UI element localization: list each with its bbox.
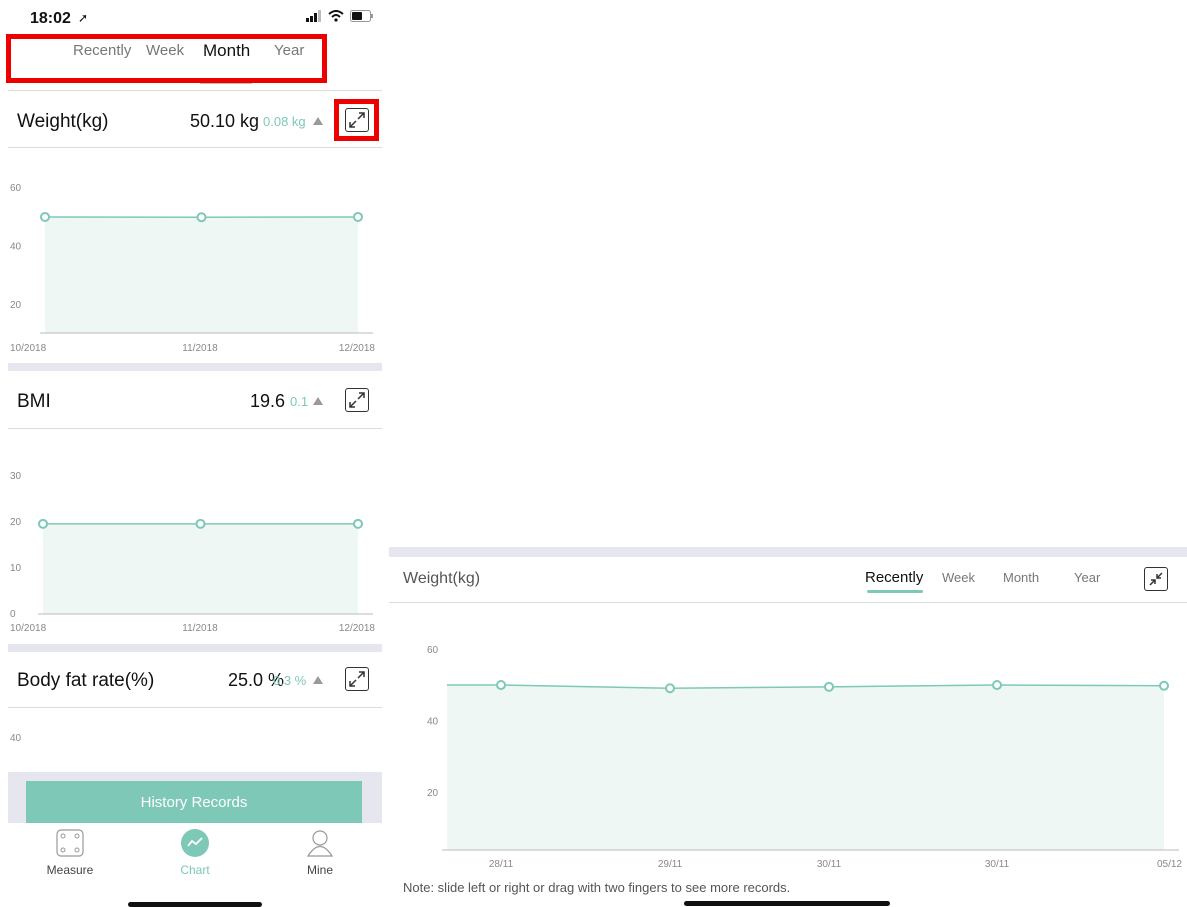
data-point [195, 518, 206, 529]
landscape-screen: Weight(kg) Recently Week Month Year 20 40… [389, 547, 1187, 907]
data-point [665, 683, 675, 694]
person-icon [306, 830, 334, 857]
bmi-title: BMI [17, 391, 51, 412]
tab-chart[interactable]: Chart [145, 829, 245, 877]
y-tick-label: 40 [427, 717, 439, 728]
weight-value: 50.10 kg [190, 111, 260, 131]
fat-title: Body fat rate(%) [17, 670, 155, 691]
weight-chart: 20 40 60 10/2018 11/2018 12/2018 [0, 150, 388, 360]
y-tick-label: 20 [10, 300, 22, 311]
hint-note: Note: slide left or right or drag with t… [403, 880, 791, 895]
divider [8, 147, 382, 148]
scale-icon [56, 829, 84, 857]
tab-month[interactable]: Month [1003, 570, 1039, 585]
history-records-button[interactable]: History Records [26, 781, 362, 823]
tab-measure[interactable]: Measure [20, 829, 120, 877]
tab-bar: Measure Chart Mine [0, 823, 388, 907]
x-tick-label: 10/2018 [10, 623, 47, 634]
divider [8, 428, 382, 429]
tab-recently[interactable]: Recently [865, 569, 923, 586]
data-point [353, 518, 363, 529]
x-tick-label: 29/11 [658, 859, 683, 870]
landscape-weight-chart: 20 40 60 28/11 29/11 30/11 30/11 05/12 [389, 635, 1187, 875]
weight-delta: 0.08 kg [263, 114, 306, 129]
weight-title: Weight(kg) [17, 111, 109, 132]
divider [8, 90, 382, 91]
data-point [353, 211, 363, 222]
y-tick-label: 20 [10, 517, 22, 528]
section-gap [8, 363, 382, 371]
fat-chart: 40 [0, 710, 388, 772]
bmi-chart-svg: 0 10 20 30 10/2018 11/2018 12/2018 [10, 471, 376, 634]
weight-chart-svg: 20 40 60 10/2018 11/2018 12/2018 [10, 183, 376, 354]
y-tick-label: 20 [427, 788, 439, 799]
bmi-chart: 0 10 20 30 10/2018 11/2018 12/2018 [0, 440, 388, 640]
increase-triangle-icon [313, 676, 323, 684]
expand-icon[interactable] [345, 388, 369, 412]
y-tick-label: 0 [10, 609, 16, 620]
tab-chart-label: Chart [180, 863, 210, 877]
fat-delta: 0.3 % [273, 673, 307, 688]
x-tick-label: 12/2018 [339, 343, 376, 354]
home-indicator [128, 902, 262, 907]
tab-year[interactable]: Year [1074, 570, 1100, 585]
chart-icon [181, 829, 209, 857]
x-tick-label: 10/2018 [10, 343, 47, 354]
status-time: 18:02 [30, 10, 71, 27]
tab-mine[interactable]: Mine [270, 829, 370, 877]
series-area [43, 523, 358, 614]
divider [8, 707, 382, 708]
bmi-delta: 0.1 [290, 394, 309, 409]
x-tick-label: 11/2018 [182, 623, 218, 634]
x-tick-label: 12/2018 [339, 623, 376, 634]
series-area [447, 685, 1164, 850]
y-tick-label: 30 [10, 471, 22, 482]
battery-icon [350, 10, 373, 22]
y-tick-label: 10 [10, 563, 22, 574]
y-tick-label: 60 [10, 183, 22, 194]
tab-measure-label: Measure [46, 863, 94, 877]
increase-triangle-icon [313, 117, 323, 125]
x-tick-label: 30/11 [817, 859, 842, 870]
x-tick-label: 11/2018 [182, 343, 218, 354]
expand-icon[interactable] [345, 108, 369, 132]
y-tick-label: 60 [427, 645, 439, 656]
y-tick-label: 40 [10, 242, 22, 253]
top-band [389, 547, 1187, 557]
tab-mine-label: Mine [306, 863, 333, 877]
tab-week[interactable]: Week [942, 570, 975, 585]
data-point [196, 212, 207, 223]
y-tick-label: 40 [10, 733, 22, 744]
collapse-icon[interactable] [1144, 567, 1168, 591]
signal-icon [306, 10, 321, 22]
wifi-icon [328, 10, 344, 22]
phone-screen: 18:02 ➚ Recently Week Month Year Weight(… [0, 0, 388, 907]
landscape-chart-svg: 20 40 60 28/11 29/11 30/11 30/11 05/12 [427, 645, 1182, 870]
increase-triangle-icon [313, 397, 323, 405]
data-point [40, 211, 50, 222]
home-indicator [684, 901, 890, 906]
location-arrow-icon: ➚ [78, 11, 89, 25]
status-icons [306, 10, 374, 22]
x-tick-label: 30/11 [985, 859, 1010, 870]
status-bar: 18:02 ➚ [0, 0, 388, 32]
x-tick-label: 28/11 [489, 859, 514, 870]
section-gap [8, 644, 382, 652]
active-tab-underline [867, 590, 923, 593]
fat-chart-svg: 40 [10, 733, 22, 744]
bmi-value: 19.6 [250, 391, 286, 411]
expand-icon[interactable] [345, 667, 369, 691]
data-point [992, 680, 1002, 691]
series-area [45, 216, 358, 333]
data-point [38, 518, 48, 529]
data-point [824, 681, 834, 692]
data-point [1159, 680, 1169, 691]
period-tabs-highlight-box [6, 34, 327, 83]
x-tick-label: 05/12 [1157, 859, 1182, 870]
data-point [496, 680, 506, 691]
landscape-title: Weight(kg) [403, 570, 481, 587]
divider [389, 602, 1187, 603]
